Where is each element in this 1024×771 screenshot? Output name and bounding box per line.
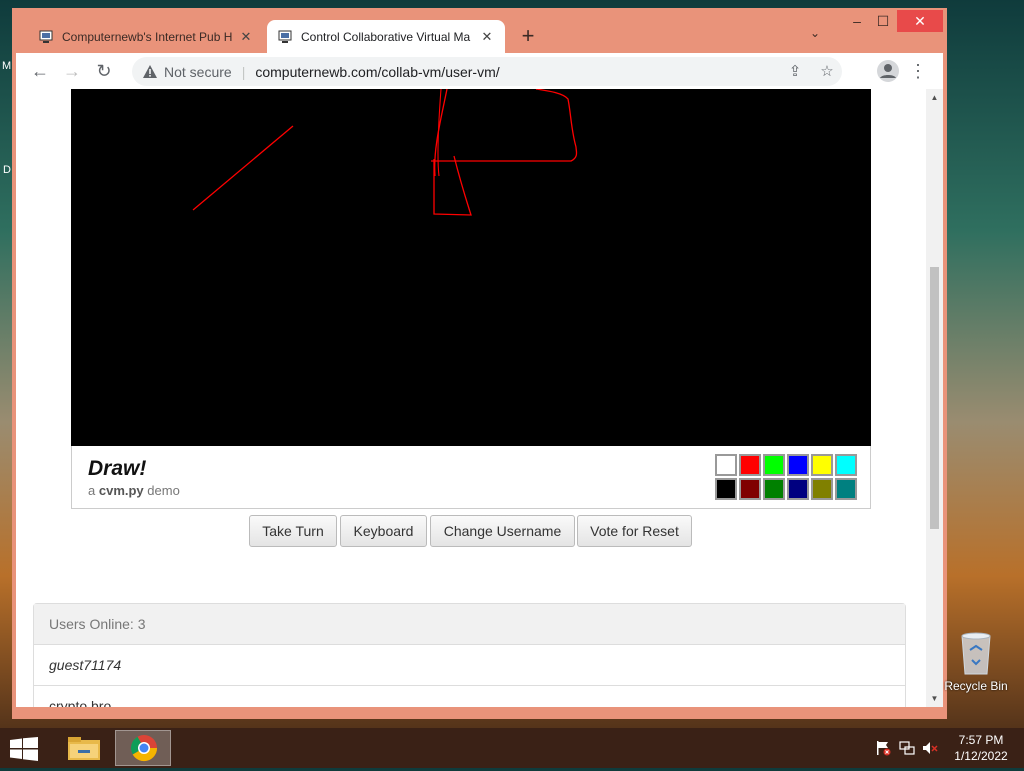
network-icon[interactable]: [898, 739, 916, 757]
color-swatch[interactable]: [763, 454, 785, 476]
clock-time: 7:57 PM: [958, 733, 1004, 747]
forward-arrow-icon[interactable]: →: [60, 59, 84, 83]
kebab-menu-icon[interactable]: ⋮: [906, 59, 930, 83]
separator: |: [241, 63, 246, 80]
color-swatch[interactable]: [739, 478, 761, 500]
color-swatch[interactable]: [763, 478, 785, 500]
taskbar: 7:57 PM 1/12/2022: [0, 728, 1024, 768]
taskbar-chrome[interactable]: [115, 730, 171, 766]
close-icon[interactable]: ✕: [479, 29, 495, 45]
vote-reset-button[interactable]: Vote for Reset: [577, 515, 692, 547]
vm-screen-canvas[interactable]: [71, 89, 871, 446]
share-icon[interactable]: ⇪: [784, 57, 806, 86]
tab-title: Computernewb's Internet Pub H: [62, 29, 233, 44]
keyboard-button[interactable]: Keyboard: [340, 515, 427, 547]
clock-date: 1/12/2022: [954, 749, 1008, 763]
tab-internet-pub[interactable]: Computernewb's Internet Pub H ✕: [28, 20, 264, 53]
desktop-icon-label-partial: M: [2, 60, 12, 72]
maximize-icon[interactable]: ☐: [870, 10, 896, 32]
recycle-bin-desktop-icon[interactable]: Recycle Bin: [944, 630, 1008, 693]
drawing-strokes: [192, 89, 578, 216]
color-swatch[interactable]: [835, 478, 857, 500]
drawing-caption-panel: Draw! a cvm.py demo: [71, 446, 871, 509]
user-list-item[interactable]: guest71174: [34, 645, 905, 686]
color-swatch[interactable]: [787, 454, 809, 476]
vertical-scrollbar[interactable]: ▲ ▼: [926, 89, 943, 707]
security-label[interactable]: Not secure: [164, 64, 232, 80]
color-swatch[interactable]: [715, 478, 737, 500]
color-swatch[interactable]: [835, 454, 857, 476]
address-bar[interactable]: Not secure | computernewb.com/collab-vm/…: [132, 57, 842, 86]
action-center-flag-icon[interactable]: [874, 739, 892, 757]
taskbar-file-explorer[interactable]: [56, 730, 112, 766]
taskbar-clock[interactable]: 7:57 PM 1/12/2022: [950, 732, 1012, 764]
change-username-button[interactable]: Change Username: [430, 515, 575, 547]
bookmark-star-icon[interactable]: ☆: [816, 57, 838, 86]
collabvm-favicon-icon: [39, 30, 53, 43]
browser-window: Computernewb's Internet Pub H ✕ Control …: [12, 8, 947, 719]
windows-start-icon[interactable]: [10, 737, 38, 761]
profile-avatar-icon[interactable]: [876, 59, 900, 83]
color-swatch[interactable]: [787, 478, 809, 500]
take-turn-button[interactable]: Take Turn: [249, 515, 337, 547]
recycle-bin-label: Recycle Bin: [944, 679, 1008, 693]
minimize-icon[interactable]: –: [844, 10, 870, 32]
color-swatch[interactable]: [715, 454, 737, 476]
tab-strip: Computernewb's Internet Pub H ✕ Control …: [12, 8, 947, 53]
tab-search-chevron-icon[interactable]: ⌄: [810, 26, 820, 40]
chrome-icon: [130, 735, 158, 762]
back-arrow-icon[interactable]: ←: [28, 59, 52, 83]
draw-subtitle: a cvm.py demo: [88, 483, 180, 498]
scroll-down-arrow-icon[interactable]: ▼: [926, 694, 943, 703]
browser-toolbar: ← → ↻ Not secure | computernewb.com/coll…: [16, 53, 943, 89]
speaker-muted-icon[interactable]: [921, 739, 939, 757]
new-tab-button[interactable]: +: [516, 24, 540, 48]
users-online-header: Users Online: 3: [34, 604, 905, 645]
url-text[interactable]: computernewb.com/collab-vm/user-vm/: [255, 64, 499, 80]
color-swatch[interactable]: [811, 478, 833, 500]
warning-icon[interactable]: [142, 64, 158, 80]
reload-icon[interactable]: ↻: [92, 59, 116, 83]
draw-title: Draw!: [88, 457, 147, 480]
recycle-bin-icon: [961, 632, 991, 675]
desktop-icon-label-partial: D: [3, 164, 11, 176]
page-viewport: Draw! a cvm.py demo Take Turn Keyboard C…: [16, 89, 926, 707]
user-list-item[interactable]: crypto bro: [34, 686, 905, 707]
users-online-panel: Users Online: 3 guest71174 crypto bro: [33, 603, 906, 707]
tab-collab-vm[interactable]: Control Collaborative Virtual Ma ✕: [267, 20, 505, 53]
color-swatch[interactable]: [811, 454, 833, 476]
close-icon[interactable]: ✕: [238, 29, 254, 45]
tab-title: Control Collaborative Virtual Ma: [301, 29, 471, 44]
collabvm-favicon-icon: [278, 30, 292, 43]
scrollbar-thumb[interactable]: [930, 267, 939, 529]
scroll-up-arrow-icon[interactable]: ▲: [926, 93, 943, 102]
color-swatch[interactable]: [739, 454, 761, 476]
window-close-icon[interactable]: ✕: [897, 10, 943, 32]
folder-icon: [68, 737, 100, 760]
